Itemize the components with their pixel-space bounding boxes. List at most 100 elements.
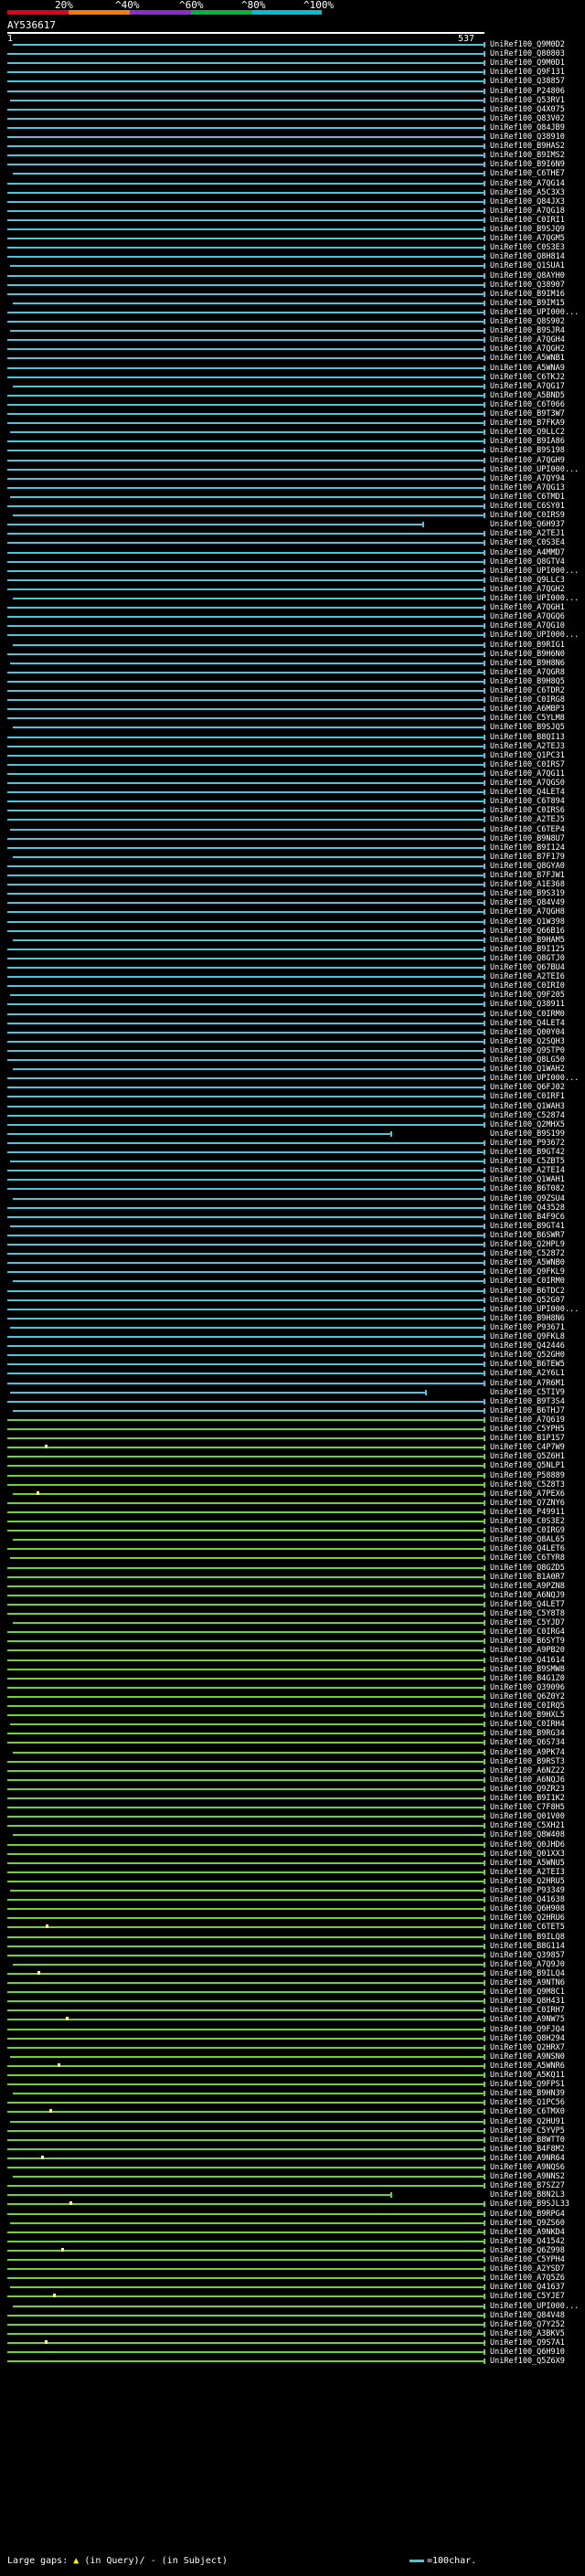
hit-bar[interactable]	[7, 736, 484, 738]
hit-accession-link[interactable]: UniRef100_Q9LLC3	[490, 576, 565, 585]
hit-accession-link[interactable]: UniRef100_B9SJQ9	[490, 225, 565, 234]
hit-accession-link[interactable]: UniRef100_B9RPG4	[490, 2210, 565, 2219]
hit-bar[interactable]	[10, 662, 484, 664]
hit-accession-link[interactable]: UniRef100_C0IRM0	[490, 1277, 565, 1286]
hit-bar[interactable]	[7, 1132, 391, 1135]
hit-bar[interactable]	[7, 1022, 484, 1024]
hit-bar[interactable]	[7, 1733, 484, 1735]
hit-accession-link[interactable]: UniRef100_A7R6M1	[490, 1379, 565, 1388]
hit-accession-link[interactable]: UniRef100_C6TKJ2	[490, 373, 565, 382]
hit-bar[interactable]	[7, 1816, 484, 1818]
hit-accession-link[interactable]: UniRef100_P93672	[490, 1139, 565, 1148]
hit-bar[interactable]	[7, 218, 484, 221]
hit-bar[interactable]	[7, 1188, 484, 1191]
hit-accession-link[interactable]: UniRef100_B9IMS2	[490, 151, 565, 160]
hit-bar[interactable]	[7, 569, 484, 572]
hit-bar[interactable]	[10, 994, 484, 997]
hit-accession-link[interactable]: UniRef100_Q6FJ02	[490, 1083, 565, 1092]
hit-accession-link[interactable]: UniRef100_C0IRS9	[490, 511, 565, 520]
hit-accession-link[interactable]: UniRef100_Q38907	[490, 281, 565, 290]
hit-accession-link[interactable]: UniRef100_A2TEI6	[490, 972, 565, 981]
hit-accession-link[interactable]: UniRef100_B9RIG1	[490, 641, 565, 650]
hit-bar[interactable]	[7, 1778, 484, 1781]
hit-bar[interactable]	[13, 1197, 484, 1200]
hit-accession-link[interactable]: UniRef100_C6TMD1	[490, 493, 565, 502]
hit-bar[interactable]	[7, 2185, 484, 2188]
hit-accession-link[interactable]: UniRef100_A9PZN8	[490, 1582, 565, 1591]
hit-accession-link[interactable]: UniRef100_A5BND5	[490, 391, 565, 400]
hit-bar[interactable]	[7, 699, 484, 702]
hit-accession-link[interactable]: UniRef100_Q1SUA1	[490, 261, 565, 270]
hit-accession-link[interactable]: UniRef100_C6TET5	[490, 1923, 565, 1932]
hit-bar[interactable]	[7, 1659, 484, 1661]
hit-bar[interactable]	[7, 2212, 484, 2215]
hit-bar[interactable]	[7, 1991, 484, 1994]
hit-accession-link[interactable]: UniRef100_Q66B16	[490, 927, 565, 936]
hit-bar[interactable]	[7, 782, 484, 784]
hit-accession-link[interactable]: UniRef100_C0IRG4	[490, 1627, 565, 1637]
hit-bar[interactable]	[7, 1003, 484, 1006]
hit-accession-link[interactable]: UniRef100_UPI000...	[490, 567, 579, 576]
hit-bar[interactable]	[7, 1040, 484, 1043]
hit-bar[interactable]	[7, 2314, 484, 2316]
hit-bar[interactable]	[10, 828, 484, 831]
hit-accession-link[interactable]: UniRef100_Q52G07	[490, 1296, 565, 1305]
hit-bar[interactable]	[10, 1723, 484, 1726]
hit-accession-link[interactable]: UniRef100_A5WNA9	[490, 364, 565, 373]
hit-accession-link[interactable]: UniRef100_B9HAS2	[490, 142, 565, 151]
hit-accession-link[interactable]: UniRef100_UPI000...	[490, 308, 579, 317]
hit-accession-link[interactable]: UniRef100_Q4LET4	[490, 1019, 565, 1028]
hit-accession-link[interactable]: UniRef100_Q42446	[490, 1341, 565, 1351]
hit-bar[interactable]	[7, 819, 484, 822]
hit-accession-link[interactable]: UniRef100_B9IA86	[490, 437, 565, 446]
hit-accession-link[interactable]: UniRef100_Q41542	[490, 2237, 565, 2246]
hit-bar[interactable]	[7, 1151, 484, 1153]
hit-accession-link[interactable]: UniRef100_Q9FJQ4	[490, 2025, 565, 2034]
hit-accession-link[interactable]: UniRef100_Q01XX3	[490, 1850, 565, 1859]
hit-bar[interactable]	[7, 108, 484, 111]
hit-accession-link[interactable]: UniRef100_C0IRF1	[490, 1092, 565, 1101]
hit-accession-link[interactable]: UniRef100_B9IM16	[490, 290, 565, 299]
hit-accession-link[interactable]: UniRef100_Q38910	[490, 133, 565, 142]
hit-accession-link[interactable]: UniRef100_A7QGH9	[490, 456, 565, 465]
hit-accession-link[interactable]: UniRef100_C4P7W9	[490, 1443, 565, 1452]
hit-accession-link[interactable]: UniRef100_B9S319	[490, 889, 565, 898]
hit-accession-link[interactable]: UniRef100_B9ILQ8	[490, 1933, 565, 1942]
hit-bar[interactable]	[7, 2351, 484, 2353]
hit-bar[interactable]	[7, 1954, 484, 1956]
hit-accession-link[interactable]: UniRef100_P93671	[490, 1323, 565, 1332]
hit-bar[interactable]	[7, 1059, 484, 1061]
hit-accession-link[interactable]: UniRef100_Q8GYA0	[490, 862, 565, 871]
hit-bar[interactable]	[7, 1797, 484, 1799]
hit-bar[interactable]	[7, 1077, 484, 1080]
hit-bar[interactable]	[7, 2268, 484, 2271]
hit-bar[interactable]	[13, 1539, 484, 1542]
hit-bar[interactable]	[7, 1253, 484, 1256]
hit-accession-link[interactable]: UniRef100_C6TYR8	[490, 1553, 565, 1563]
hit-bar[interactable]	[10, 99, 484, 101]
hit-bar[interactable]	[7, 2046, 484, 2049]
hit-bar[interactable]	[10, 1890, 484, 1892]
hit-accession-link[interactable]: UniRef100_B9T3W7	[490, 409, 565, 419]
hit-accession-link[interactable]: UniRef100_C6TMX0	[490, 2107, 565, 2116]
hit-bar[interactable]	[7, 791, 484, 794]
hit-accession-link[interactable]: UniRef100_Q9ZSU4	[490, 1194, 565, 1203]
hit-accession-link[interactable]: UniRef100_C5TIV9	[490, 1388, 565, 1397]
hit-accession-link[interactable]: UniRef100_A7QGH8	[490, 907, 565, 917]
hit-accession-link[interactable]: UniRef100_Q5NLP1	[490, 1461, 565, 1470]
hit-accession-link[interactable]: UniRef100_Q8GTJ0	[490, 954, 565, 963]
hit-bar[interactable]	[7, 616, 484, 619]
hit-bar[interactable]	[10, 2221, 484, 2224]
hit-accession-link[interactable]: UniRef100_A9NTN6	[490, 1978, 565, 1988]
hit-accession-link[interactable]: UniRef100_Q80803	[490, 49, 565, 58]
hit-bar[interactable]	[13, 938, 484, 941]
hit-bar[interactable]	[7, 1382, 484, 1384]
hit-bar[interactable]	[10, 1391, 426, 1394]
hit-accession-link[interactable]: UniRef100_B9I125	[490, 945, 565, 954]
hit-bar[interactable]	[7, 1787, 484, 1790]
hit-accession-link[interactable]: UniRef100_B9S198	[490, 446, 565, 455]
hit-accession-link[interactable]: UniRef100_B9HXL5	[490, 1711, 565, 1720]
hit-accession-link[interactable]: UniRef100_B6SWR7	[490, 1231, 565, 1240]
hit-accession-link[interactable]: UniRef100_C5YVP5	[490, 2126, 565, 2136]
hit-bar[interactable]	[7, 690, 484, 692]
